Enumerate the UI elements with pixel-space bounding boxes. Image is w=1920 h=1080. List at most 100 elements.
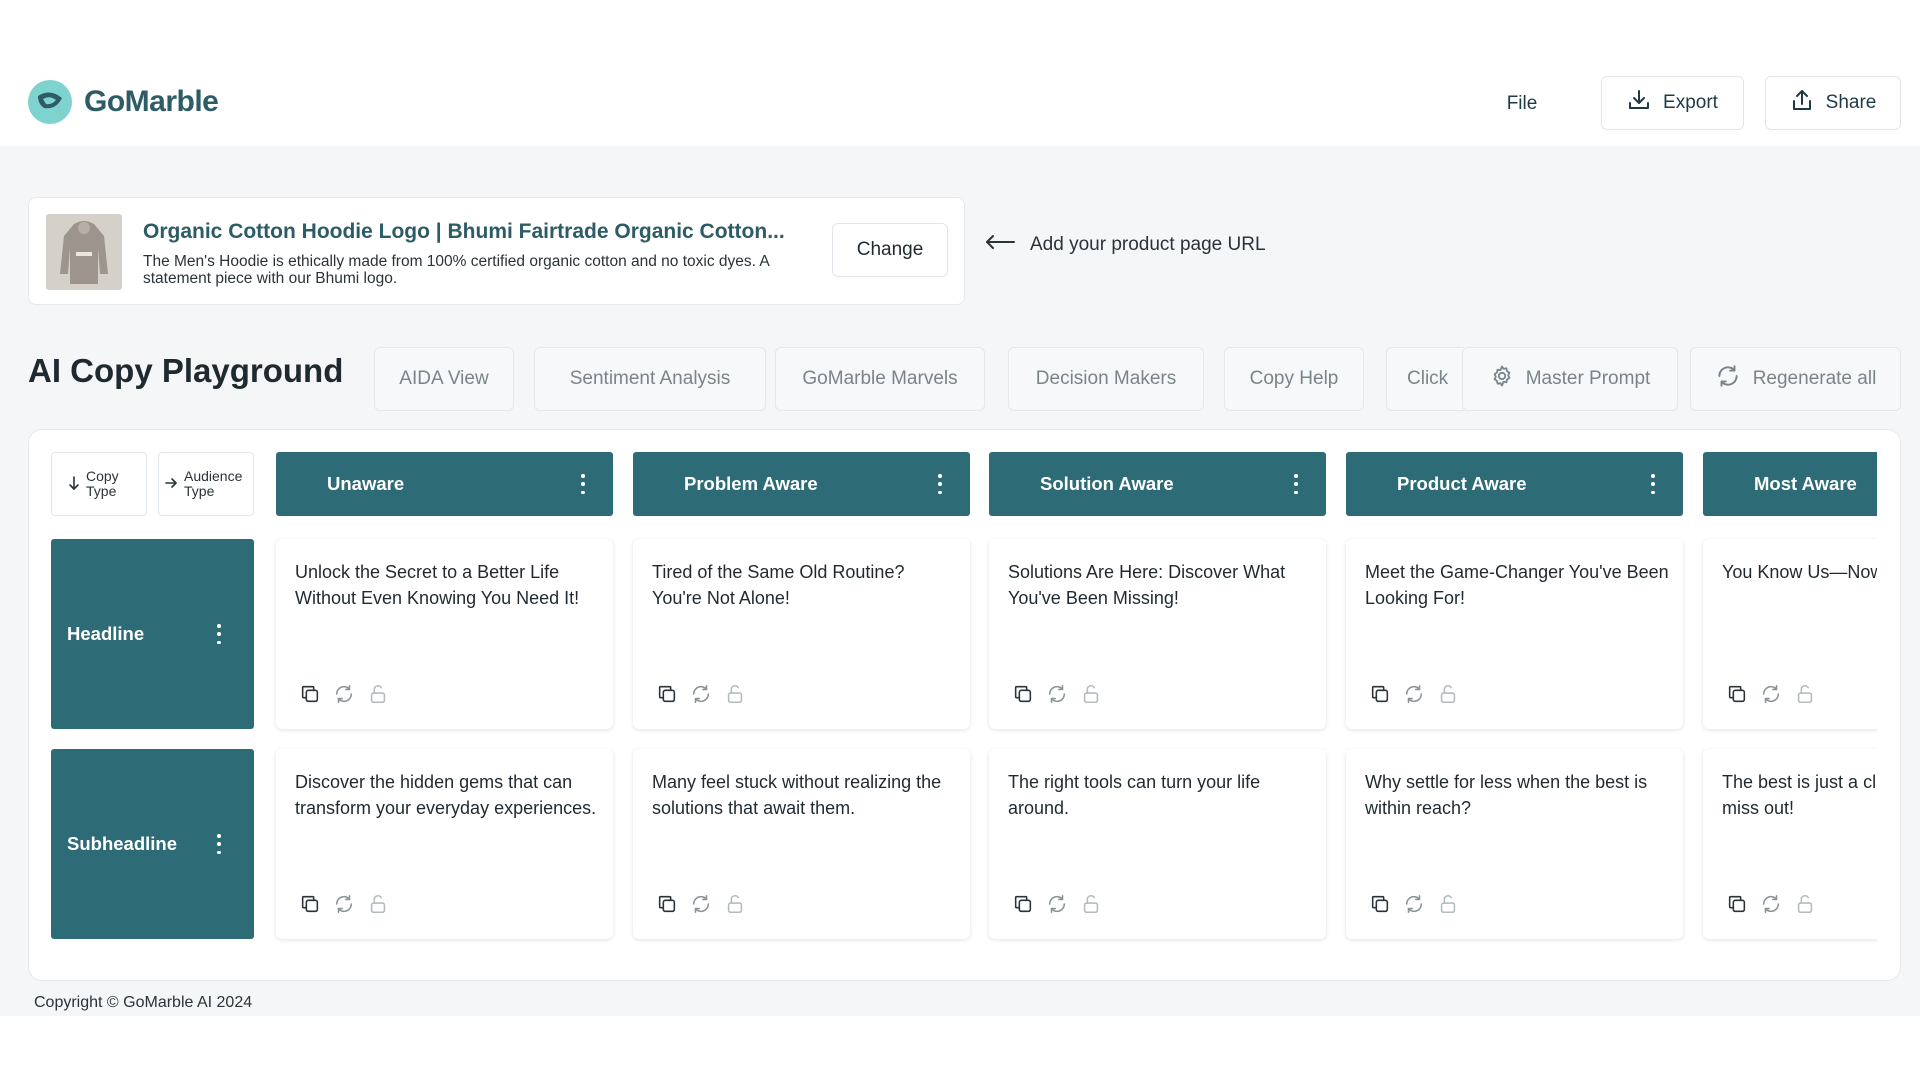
more-vertical-icon[interactable]	[938, 474, 942, 494]
audience-type-toggle[interactable]: Audience Type	[158, 452, 254, 516]
copy-cell[interactable]: Unlock the Secret to a Better Life Witho…	[276, 539, 613, 729]
copy-icon[interactable]	[1012, 893, 1034, 915]
copy-cell-text[interactable]: The best is just a click away—don't miss…	[1722, 769, 1877, 821]
tab-copy-help[interactable]: Copy Help	[1224, 347, 1364, 411]
refresh-icon[interactable]	[1046, 683, 1068, 705]
copy-icon[interactable]	[299, 683, 321, 705]
copy-icon[interactable]	[656, 683, 678, 705]
more-vertical-icon[interactable]	[581, 474, 585, 494]
unlock-icon[interactable]	[1437, 683, 1459, 705]
unlock-icon[interactable]	[1080, 683, 1102, 705]
tab-decision-makers[interactable]: Decision Makers	[1008, 347, 1204, 411]
column-header-unaware: Unaware	[276, 452, 613, 516]
copy-cell-text[interactable]: Meet the Game-Changer You've Been Lookin…	[1365, 559, 1670, 611]
copy-grid: Copy Type Audience Type Unaware Problem …	[29, 430, 1877, 980]
copy-cell[interactable]: The best is just a click away—don't miss…	[1703, 749, 1877, 939]
row-header-subheadline: Subheadline	[51, 749, 254, 939]
refresh-icon[interactable]	[333, 893, 355, 915]
more-vertical-icon[interactable]	[1651, 474, 1655, 494]
file-menu-button[interactable]: File	[1484, 78, 1560, 130]
main-content: Organic Cotton Hoodie Logo | Bhumi Fairt…	[0, 146, 1920, 1016]
upload-icon	[1790, 88, 1814, 118]
column-header-label: Product Aware	[1397, 473, 1527, 494]
copy-cell[interactable]: Why settle for less when the best is wit…	[1346, 749, 1683, 939]
unlock-icon[interactable]	[724, 893, 746, 915]
copy-icon[interactable]	[1726, 683, 1748, 705]
copy-icon[interactable]	[656, 893, 678, 915]
cell-actions	[1369, 893, 1459, 915]
refresh-icon[interactable]	[690, 893, 712, 915]
more-vertical-icon[interactable]	[217, 834, 221, 854]
refresh-icon[interactable]	[1760, 683, 1782, 705]
refresh-icon[interactable]	[1403, 683, 1425, 705]
copy-cell[interactable]: Many feel stuck without realizing the so…	[633, 749, 970, 939]
view-tabs: AIDA View Sentiment Analysis GoMarble Ma…	[374, 347, 1464, 411]
copy-cell-text[interactable]: Why settle for less when the best is wit…	[1365, 769, 1670, 821]
refresh-icon[interactable]	[1403, 893, 1425, 915]
cell-actions	[1369, 683, 1459, 705]
export-label: Export	[1663, 92, 1718, 113]
more-vertical-icon[interactable]	[217, 624, 221, 644]
copy-icon[interactable]	[1369, 683, 1391, 705]
export-button[interactable]: Export	[1601, 76, 1744, 130]
cell-actions	[299, 683, 389, 705]
copy-cell-text[interactable]: The right tools can turn your life aroun…	[1008, 769, 1313, 821]
audience-type-label: Audience Type	[184, 468, 243, 499]
cell-actions	[1012, 683, 1102, 705]
regenerate-all-button[interactable]: Regenerate all	[1690, 347, 1901, 411]
unlock-icon[interactable]	[1794, 893, 1816, 915]
more-vertical-icon[interactable]	[1294, 474, 1298, 494]
copy-cell-text[interactable]: Discover the hidden gems that can transf…	[295, 769, 600, 821]
copy-cell[interactable]: The right tools can turn your life aroun…	[989, 749, 1326, 939]
copy-cell[interactable]: Solutions Are Here: Discover What You've…	[989, 539, 1326, 729]
cell-actions	[299, 893, 389, 915]
copy-cell-text[interactable]: You Know Us—Now Make It Yours!	[1722, 559, 1877, 585]
master-prompt-button[interactable]: Master Prompt	[1462, 347, 1678, 411]
copy-cell[interactable]: Tired of the Same Old Routine? You're No…	[633, 539, 970, 729]
refresh-icon	[1715, 363, 1741, 395]
product-description: The Men's Hoodie is ethically made from …	[143, 253, 769, 287]
copy-cell[interactable]: Discover the hidden gems that can transf…	[276, 749, 613, 939]
share-button[interactable]: Share	[1765, 76, 1901, 130]
copy-icon[interactable]	[1012, 683, 1034, 705]
copy-cell[interactable]: You Know Us—Now Make It Yours!	[1703, 539, 1877, 729]
page-title: AI Copy Playground	[28, 352, 344, 389]
tab-sentiment-analysis[interactable]: Sentiment Analysis	[534, 347, 766, 411]
copy-cell-text[interactable]: Many feel stuck without realizing the so…	[652, 769, 957, 821]
product-title: Organic Cotton Hoodie Logo | Bhumi Fairt…	[143, 220, 785, 243]
copy-cell[interactable]: Meet the Game-Changer You've Been Lookin…	[1346, 539, 1683, 729]
copy-icon[interactable]	[1726, 893, 1748, 915]
refresh-icon[interactable]	[333, 683, 355, 705]
change-product-button[interactable]: Change	[832, 223, 948, 277]
copy-type-toggle[interactable]: Copy Type	[51, 452, 147, 516]
unlock-icon[interactable]	[367, 893, 389, 915]
cell-actions	[1726, 683, 1816, 705]
gear-icon	[1490, 364, 1514, 394]
unlock-icon[interactable]	[724, 683, 746, 705]
unlock-icon[interactable]	[367, 683, 389, 705]
tab-aida-view[interactable]: AIDA View	[374, 347, 514, 411]
unlock-icon[interactable]	[1080, 893, 1102, 915]
tab-gomarble-marvels[interactable]: GoMarble Marvels	[775, 347, 985, 411]
unlock-icon[interactable]	[1437, 893, 1459, 915]
column-header-product-aware: Product Aware	[1346, 452, 1683, 516]
regenerate-all-label: Regenerate all	[1752, 368, 1877, 389]
cell-actions	[656, 893, 746, 915]
tab-click[interactable]: Click	[1386, 347, 1464, 411]
arrow-down-icon	[68, 475, 80, 494]
cell-actions	[1012, 893, 1102, 915]
copy-cell-text[interactable]: Solutions Are Here: Discover What You've…	[1008, 559, 1313, 611]
product-url-hint: Add your product page URL	[984, 234, 1266, 256]
unlock-icon[interactable]	[1794, 683, 1816, 705]
row-header-headline: Headline	[51, 539, 254, 729]
logo[interactable]: GoMarble	[28, 80, 219, 124]
copy-cell-text[interactable]: Unlock the Secret to a Better Life Witho…	[295, 559, 600, 611]
copy-cell-text[interactable]: Tired of the Same Old Routine? You're No…	[652, 559, 957, 611]
refresh-icon[interactable]	[1046, 893, 1068, 915]
refresh-icon[interactable]	[1760, 893, 1782, 915]
cell-actions	[656, 683, 746, 705]
copy-icon[interactable]	[1369, 893, 1391, 915]
refresh-icon[interactable]	[690, 683, 712, 705]
share-label: Share	[1825, 92, 1877, 113]
copy-icon[interactable]	[299, 893, 321, 915]
